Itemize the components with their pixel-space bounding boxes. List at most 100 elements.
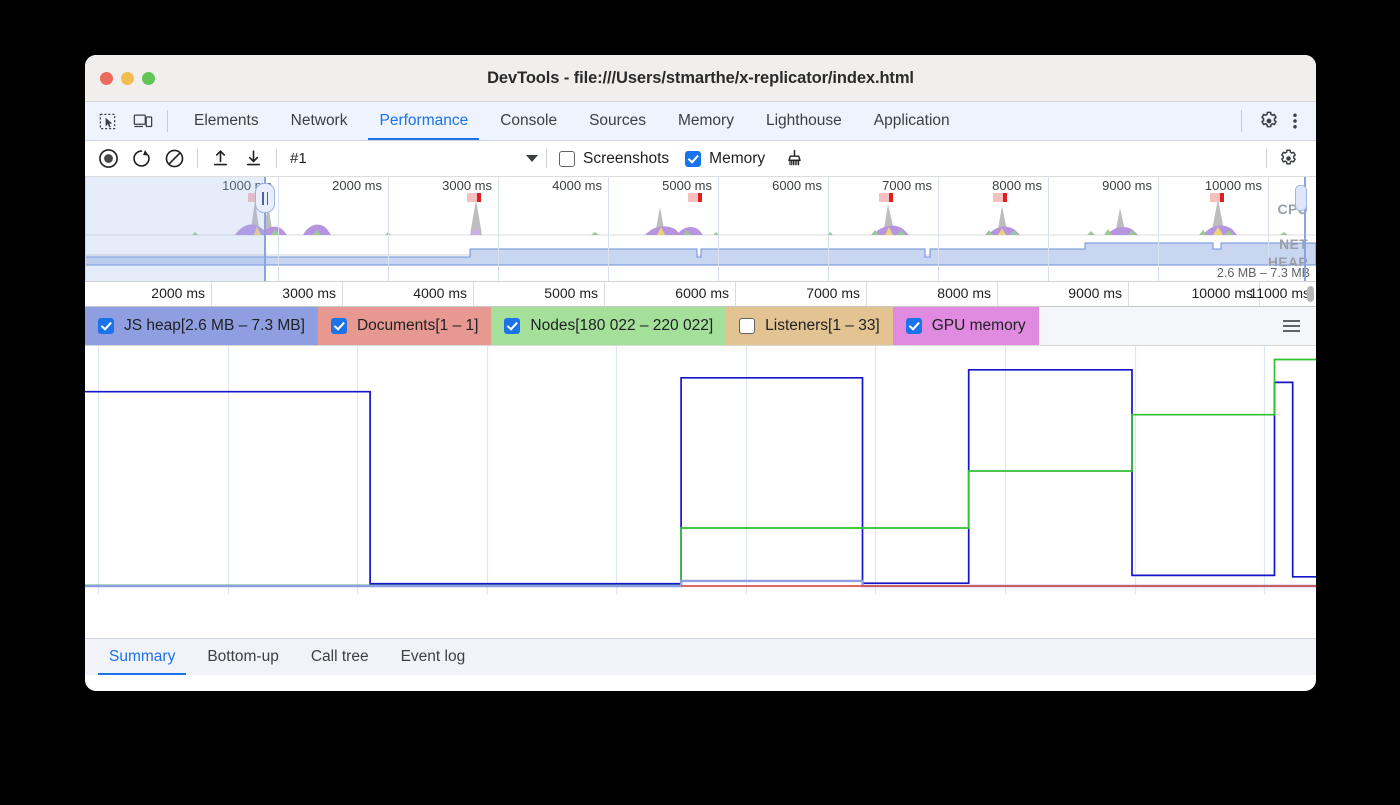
profile-select-value: #1 [290,150,307,167]
legend-documents[interactable]: Documents[1 – 1] [318,307,491,345]
overview-tick-label: 4000 ms [552,178,602,193]
ruler-tick-label: 7000 ms [806,285,860,301]
legend-nodes-checkbox[interactable] [504,318,520,334]
tab-bottom-up[interactable]: Bottom-up [191,639,295,675]
legend-spacer [1039,307,1273,345]
overview-selection-start-handle[interactable] [264,177,266,281]
gear-icon[interactable] [1256,108,1282,134]
legend-documents-checkbox[interactable] [331,318,347,334]
memory-checkbox-box [685,151,701,167]
close-button[interactable] [100,72,113,85]
memory-label: Memory [709,150,765,168]
tab-performance[interactable]: Performance [363,102,484,140]
tab-call-tree[interactable]: Call tree [295,639,385,675]
tab-bar-actions-divider [1241,110,1242,132]
reload-and-record-button[interactable] [128,145,155,172]
chevron-down-icon [526,155,538,162]
toolbar-right-actions [1258,145,1308,172]
window-controls [100,72,155,85]
capture-settings-gear-icon[interactable] [1275,145,1302,172]
tab-lighthouse[interactable]: Lighthouse [750,102,858,140]
chart-series-nodes [85,370,1316,584]
overview-tick-label: 6000 ms [772,178,822,193]
screenshots-label: Screenshots [583,150,669,168]
overview-tick-label: 7000 ms [882,178,932,193]
overview-tick-label: 8000 ms [992,178,1042,193]
screenshots-checkbox[interactable]: Screenshots [559,150,669,168]
devtools-window: DevTools - file:///Users/stmarthe/x-repl… [85,55,1316,691]
legend-nodes-label: Nodes[180 022 – 220 022] [530,317,713,335]
device-toolbar-icon[interactable] [130,108,156,134]
memory-counters-legend: JS heap[2.6 MB – 7.3 MB] Documents[1 – 1… [85,307,1316,346]
collect-garbage-icon[interactable] [781,145,808,172]
save-profile-icon[interactable] [240,145,267,172]
timeline-ruler: 2000 ms 3000 ms 4000 ms 5000 ms 6000 ms … [85,282,1316,307]
legend-gpu-memory-label: GPU memory [932,317,1026,335]
overview-selection-start-grip[interactable] [255,183,275,213]
legend-js-heap[interactable]: JS heap[2.6 MB – 7.3 MB] [85,307,318,345]
more-vertical-icon[interactable] [1282,108,1308,134]
ruler-tick-label: 10000 ms [1192,285,1253,301]
memory-chart-svg [85,346,1316,594]
ruler-tick-label: 9000 ms [1068,285,1122,301]
screenshots-checkbox-box [559,151,575,167]
legend-js-heap-label: JS heap[2.6 MB – 7.3 MB] [124,317,305,335]
toolbar-divider-1 [197,149,198,168]
load-profile-icon[interactable] [207,145,234,172]
heap-range-badge: 2.6 MB – 7.3 MB [1215,266,1312,280]
record-button[interactable] [95,145,122,172]
legend-listeners-label: Listeners[1 – 33] [765,317,880,335]
overview-tick-label: 5000 ms [662,178,712,193]
memory-counters-chart[interactable] [85,346,1316,594]
toolbar-divider-3 [546,149,547,168]
tab-application[interactable]: Application [858,102,966,140]
legend-documents-label: Documents[1 – 1] [357,317,478,335]
tab-bar-divider [167,110,168,132]
legend-gpu-memory[interactable]: GPU memory [893,307,1039,345]
overview-tick-label: 3000 ms [442,178,492,193]
clear-button[interactable] [161,145,188,172]
ruler-tick-label: 11000 ms [1250,285,1310,301]
ruler-tick-label: 8000 ms [937,285,991,301]
toolbar-divider-2 [276,149,277,168]
toolbar-divider-4 [1266,149,1267,168]
inspect-element-icon[interactable] [94,108,120,134]
legend-nodes[interactable]: Nodes[180 022 – 220 022] [491,307,726,345]
overview-selection-end-handle[interactable] [1304,177,1306,281]
overview-selection-end-grip[interactable] [1295,185,1307,211]
panel-tabs: Elements Network Performance Console Sou… [178,102,966,140]
overview-tick-label: 9000 ms [1102,178,1152,193]
legend-listeners-checkbox[interactable] [739,318,755,334]
profile-select[interactable]: #1 [290,147,538,171]
timeline-scrollbar-thumb[interactable] [1307,286,1314,302]
tab-elements[interactable]: Elements [178,102,275,140]
memory-checkbox[interactable]: Memory [685,150,765,168]
legend-js-heap-checkbox[interactable] [98,318,114,334]
legend-listeners[interactable]: Listeners[1 – 33] [726,307,893,345]
devtools-tab-bar: Elements Network Performance Console Sou… [85,102,1316,141]
legend-gpu-memory-checkbox[interactable] [906,318,922,334]
title-bar: DevTools - file:///Users/stmarthe/x-repl… [85,55,1316,102]
zoom-button[interactable] [142,72,155,85]
timeline-overview[interactable]: 1000 ms 2000 ms 3000 ms 4000 ms 5000 ms … [85,177,1316,282]
tab-memory[interactable]: Memory [662,102,750,140]
minimize-button[interactable] [121,72,134,85]
tab-event-log[interactable]: Event log [385,639,482,675]
detail-view-tab-bar: Summary Bottom-up Call tree Event log [85,638,1316,675]
tab-summary[interactable]: Summary [93,639,191,675]
ruler-tick-label: 4000 ms [413,285,467,301]
ruler-tick-label: 3000 ms [282,285,336,301]
ruler-tick-label: 6000 ms [675,285,729,301]
tab-network[interactable]: Network [275,102,364,140]
tab-bar-actions [1241,102,1316,140]
overview-tick-label: 10000 ms [1205,178,1262,193]
tab-sources[interactable]: Sources [573,102,662,140]
ruler-tick-label: 5000 ms [544,285,598,301]
tab-bar-tool-icons [94,102,167,140]
tab-console[interactable]: Console [484,102,573,140]
ruler-tick-label: 2000 ms [151,285,205,301]
window-title: DevTools - file:///Users/stmarthe/x-repl… [85,69,1316,88]
hamburger-icon[interactable] [1273,307,1316,345]
overview-tick-label: 2000 ms [332,178,382,193]
chart-bottom-filler [85,594,1316,638]
